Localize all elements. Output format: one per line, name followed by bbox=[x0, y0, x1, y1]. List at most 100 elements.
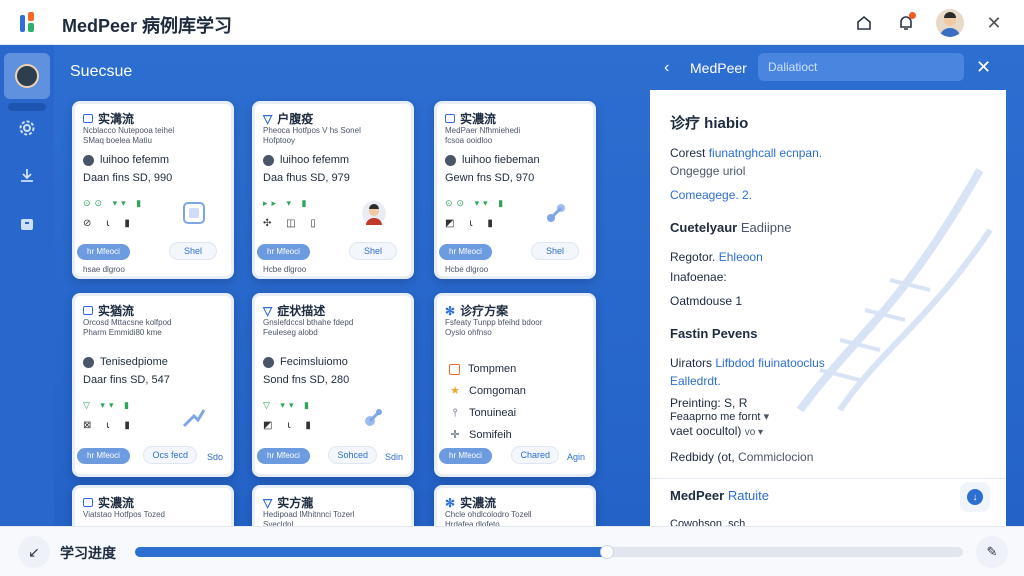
home-icon[interactable] bbox=[852, 11, 876, 35]
panel-search-input[interactable] bbox=[758, 53, 964, 81]
top-icons: ✕ bbox=[852, 9, 1006, 37]
patient-dot-icon bbox=[263, 154, 274, 166]
detail-row: Preinting: S, R bbox=[670, 396, 748, 410]
patient-dot-icon bbox=[263, 356, 274, 368]
case-card[interactable]: 实猶流 Orcosd Mttacsne kolfpod Pharm Emmidi… bbox=[72, 293, 234, 477]
detail-row[interactable]: Comeagege. 2. bbox=[670, 188, 752, 202]
list-item[interactable]: ★ Comgoman bbox=[449, 380, 526, 402]
tag-pill[interactable]: hr Mfeoci bbox=[439, 244, 492, 260]
plus-icon: ✛ bbox=[450, 429, 460, 441]
card-title: 实濃流 bbox=[460, 496, 497, 510]
tag-pill[interactable]: hr Mfeoci bbox=[257, 244, 310, 260]
detail-row[interactable]: Feaaprno me fornt ▾ bbox=[670, 410, 769, 423]
filter-icon: ▽ bbox=[263, 303, 273, 318]
back-icon[interactable]: ‹ bbox=[664, 59, 669, 77]
edit-icon: ✎ bbox=[986, 544, 998, 559]
card-header: 实猶流 bbox=[83, 302, 134, 319]
patient-dot-icon bbox=[445, 154, 456, 166]
card-footer: Hcbe dlgroo bbox=[263, 265, 307, 274]
panel-download-button[interactable]: ↓ bbox=[960, 482, 990, 512]
panel-footer-cut: Cowohson .sch bbox=[670, 518, 746, 526]
list-item-label: Somifeih bbox=[469, 429, 512, 441]
sidebar-profile-avatar[interactable] bbox=[4, 53, 50, 99]
card-patient-name: luihoo fiebeman bbox=[462, 154, 540, 166]
tag-pill[interactable]: hr Mfeoci bbox=[77, 448, 130, 464]
share-button[interactable]: Ocs fecd bbox=[143, 446, 197, 464]
case-card[interactable]: 实濃流 MedPaer Nfhmiehedi fcsoa ooidloo lui… bbox=[434, 101, 596, 279]
tag-pill[interactable]: hr Mfeoci bbox=[77, 244, 130, 260]
card-header: 实濃流 bbox=[83, 494, 134, 511]
card-meta: Daar fins SD, 547 bbox=[83, 374, 170, 386]
card-action-label[interactable]: Sdo bbox=[207, 452, 223, 462]
list-item[interactable]: Tompmen bbox=[449, 358, 526, 380]
user-avatar[interactable] bbox=[936, 9, 964, 37]
card-title: 实溝流 bbox=[98, 112, 135, 126]
tag-pill[interactable]: hr Mfeoci bbox=[257, 448, 310, 464]
case-card[interactable]: ▽ 实方瀧 Hedipoad lMhitnnci Tozerl Syecldnl bbox=[252, 485, 414, 526]
detail-row: Inafoenae: bbox=[670, 270, 727, 284]
patient-dot-icon bbox=[83, 154, 94, 166]
card-subtitle: Orcosd Mttacsne kolfpod Pharm Emmidi80 k… bbox=[83, 318, 172, 337]
detail-link[interactable]: Ealledrdt. bbox=[670, 374, 721, 388]
archive-icon[interactable] bbox=[16, 213, 38, 235]
card-header: ▽ 实方瀧 bbox=[263, 494, 313, 511]
doctor-avatar bbox=[362, 201, 386, 225]
case-card[interactable]: ▽ 户腹疫 Pheoca Hotfpos V hs Sonel Hofptooy … bbox=[252, 101, 414, 279]
progress-thumb[interactable] bbox=[599, 545, 614, 559]
share-button[interactable]: Shel bbox=[348, 242, 397, 260]
card-patient: luihoo fefemm bbox=[263, 154, 349, 166]
list-item[interactable]: ✛ Somifeih bbox=[449, 424, 526, 446]
progress-label: 学习进度 bbox=[60, 545, 116, 561]
card-header: ▽ 户腹疫 bbox=[263, 110, 313, 127]
close-window-icon[interactable]: ✕ bbox=[982, 11, 1006, 35]
case-card[interactable]: 实溝流 Ncblacco Nutepooa teihel SMaq boelea… bbox=[72, 101, 234, 279]
panel-detail-title: 诊疗 hiabio bbox=[670, 115, 749, 132]
molecule-icon bbox=[365, 409, 382, 426]
filter-icon: ▽ bbox=[263, 111, 273, 126]
share-button[interactable]: Shel bbox=[530, 242, 579, 260]
card-patient: luihoo fefemm bbox=[83, 154, 169, 166]
detail-row: Redbidy (ot, Commiclocion bbox=[670, 450, 814, 464]
monitor-icon bbox=[83, 306, 93, 315]
status-icons: ▸▸ ▾ ▮ bbox=[263, 198, 311, 208]
card-subtitle: MedPaer Nfhmiehedi fcsoa ooidloo bbox=[445, 126, 521, 145]
share-button[interactable]: Sohced bbox=[328, 446, 377, 464]
panel-footer-link[interactable]: Ratuite bbox=[728, 488, 769, 503]
settings-toggle-button[interactable]: ✎ bbox=[976, 536, 1008, 568]
tool-icons: ⊠ ꙇ ▮ bbox=[83, 420, 136, 431]
close-panel-icon[interactable]: ✕ bbox=[976, 57, 991, 78]
star-icon: ★ bbox=[450, 385, 460, 397]
app-logo bbox=[20, 12, 42, 34]
list-item[interactable]: ⫯ Tonuineai bbox=[449, 402, 526, 424]
tag-pill[interactable]: hr Mfeoci bbox=[439, 448, 492, 464]
card-patient-name: luihoo fefemm bbox=[100, 154, 170, 166]
bell-icon[interactable] bbox=[894, 11, 918, 35]
case-card[interactable]: ▽ 症状描述 Gnslefdccsl bthahe fdepd Feuleseg … bbox=[252, 293, 414, 477]
detail-row: Regotor. Ehleoon bbox=[670, 250, 763, 264]
share-button[interactable]: Chared bbox=[511, 446, 559, 464]
card-header: 实濃流 bbox=[445, 110, 496, 127]
case-card[interactable]: 实濃流 Viatstao Hotfpos Tozed bbox=[72, 485, 234, 526]
status-icons: ⊙⊙ ▾▾ ▮ bbox=[445, 198, 508, 208]
panel-footer-label: MedPeer Ratuite bbox=[670, 488, 770, 503]
card-title: 实方瀧 bbox=[277, 496, 314, 510]
card-action-label[interactable]: Agin bbox=[567, 452, 585, 462]
card-patient-name: Fecimsluiomo bbox=[280, 356, 348, 368]
card-header: 实溝流 bbox=[83, 110, 134, 127]
card-action-label[interactable]: Sdin bbox=[385, 452, 403, 462]
card-subtitle: Viatstao Hotfpos Tozed bbox=[83, 510, 165, 519]
share-button[interactable]: Shel bbox=[168, 242, 217, 260]
download-icon[interactable] bbox=[16, 165, 38, 187]
detail-heading: Fastin Pevens bbox=[670, 326, 758, 341]
case-card[interactable]: ✻ 实濃流 Chcle ohdlcolodro Tozell Hrdafea dl… bbox=[434, 485, 596, 526]
tool-icons: ◩ ꙇ ▮ bbox=[445, 218, 499, 229]
gear-icon[interactable] bbox=[16, 117, 38, 139]
case-card[interactable]: ✻ 诊疗方案 Fsfeaty Tunpp bfeihd bdoor Oyslo o… bbox=[434, 293, 596, 477]
collapse-button[interactable]: ↙ bbox=[18, 536, 50, 568]
sidebar bbox=[0, 45, 54, 526]
detail-row[interactable]: vaet oocultol) vo ▾ bbox=[670, 424, 763, 438]
main-area: Suecsue 实溝流 Ncblacco Nutepooa teihel SMa… bbox=[0, 45, 1024, 526]
progress-track[interactable] bbox=[135, 545, 963, 559]
card-meta: Sond fns SD, 280 bbox=[263, 374, 350, 386]
dna-decoration-icon bbox=[796, 168, 993, 413]
